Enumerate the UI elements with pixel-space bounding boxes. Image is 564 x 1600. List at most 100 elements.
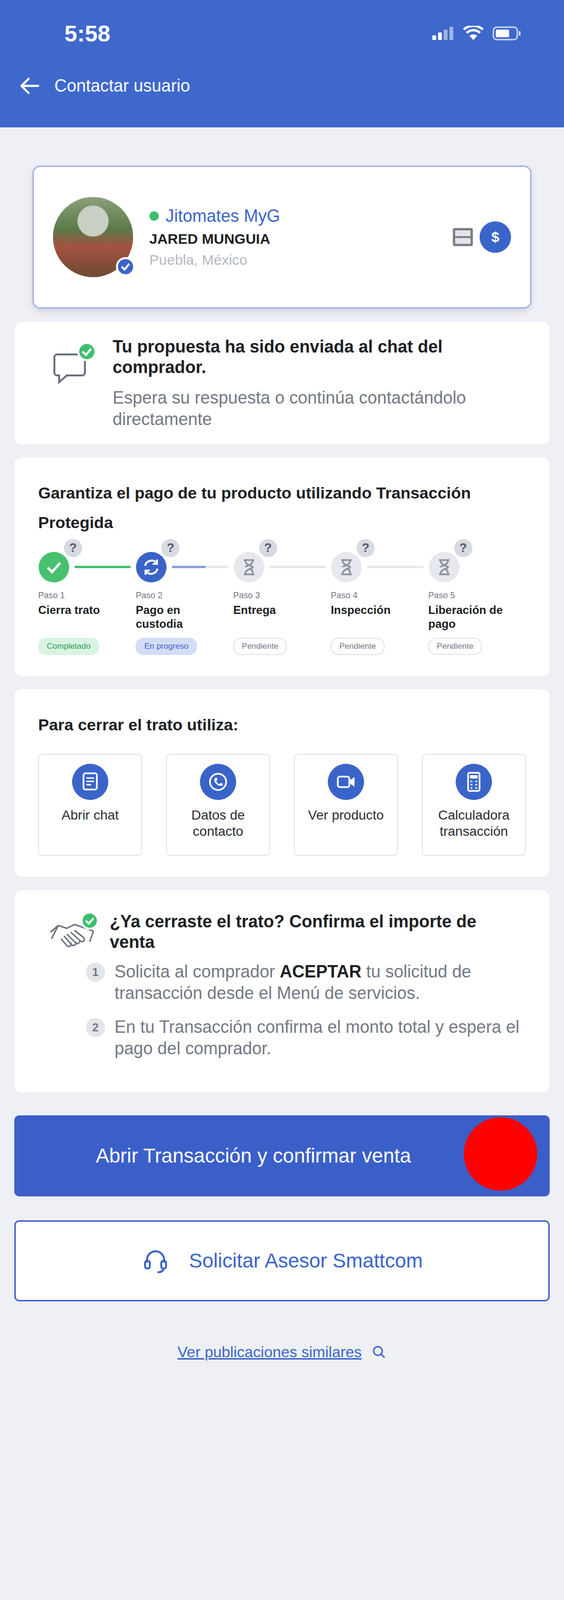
sync-icon [135,551,168,584]
step-number-badge: 2 [85,1018,105,1038]
chat-icon [71,763,109,801]
store-name: Jitomates MyG [165,206,281,227]
confirm-steps: 1 Solicita al comprador ACEPTAR tu solic… [47,960,526,1060]
step-status: Pendiente [233,637,288,656]
help-badge[interactable]: ? [259,539,278,558]
confirm-step-text: En tu Transacción confirma el monto tota… [114,1016,526,1060]
status-bar: 5:58 [19,0,545,67]
online-dot [149,211,159,221]
primary-button-wrap: Abrir Transacción y confirmar venta [14,1115,550,1197]
system-icons [432,25,522,42]
step-number: Paso 4 [330,590,358,601]
step-label: Pago en custodia [135,603,233,632]
help-badge[interactable]: ? [161,539,180,558]
tool-label: Calculadora transacción [426,807,522,840]
header: 5:58 Contactar usuario [0,0,564,128]
page: 5:58 Contactar usuario Jitomates MyG JAR… [0,0,564,1600]
phone-icon [199,763,237,801]
step-number: Paso 2 [135,590,163,601]
tool-label: Datos de contacto [170,807,266,840]
help-badge[interactable]: ? [454,539,473,558]
step-connector [74,565,131,569]
step-status: En progreso [135,637,198,656]
step-number: Paso 3 [233,590,261,601]
chat-sent-icon [52,341,99,385]
step-number: Paso 1 [38,590,65,601]
confirm-step: 1 Solicita al comprador ACEPTAR tu solic… [85,960,526,1004]
confirm-header: ¿Ya cerraste el trato? Confirma el impor… [47,911,526,955]
protected-title: Garantiza el pago de tu producto utiliza… [38,478,526,537]
step[interactable]: ? Paso 3 Entrega Pendiente [233,551,331,656]
headset-icon [141,1246,170,1276]
step[interactable]: ? Paso 5 Liberación de pago Pendiente [428,551,526,656]
step-label: Liberación de pago [428,603,526,632]
profile-card[interactable]: Jitomates MyG JARED MUNGUIA Puebla, Méxi… [32,165,532,309]
confirm-step-text: Solicita al comprador ACEPTAR tu solicit… [114,960,526,1004]
step-label: Inspección [330,603,395,632]
step-circle: ? [428,551,460,584]
step-indicator: ? [135,551,233,584]
tools-card: Para cerrar el trato utiliza: Abrir chat… [14,689,550,878]
tool-label: Abrir chat [61,807,119,824]
avatar [52,197,134,278]
confirm-step: 2 En tu Transacción confirma el monto to… [85,1016,526,1060]
click-marker [463,1117,538,1191]
step-connector [269,565,326,569]
step-status: Completado [38,637,100,656]
battery-icon [492,26,522,41]
step-status: Pendiente [330,637,385,656]
protected-transaction-card: Garantiza el pago de tu producto utiliza… [14,457,550,676]
store-row: Jitomates MyG [149,206,435,227]
back-arrow-icon[interactable] [19,76,41,96]
step[interactable]: ? Paso 2 Pago en custodia En progreso [135,551,233,656]
tools: Abrir chat Datos de contacto Ver product… [38,753,526,857]
step-number: Paso 5 [428,590,456,601]
hourglass-icon [330,551,363,584]
profile-info: Jitomates MyG JARED MUNGUIA Puebla, Méxi… [149,206,435,269]
tool-label: Ver producto [308,807,385,824]
confirm-card: ¿Ya cerraste el trato? Confirma el impor… [14,890,550,1093]
handshake-icon [47,911,101,955]
user-name: JARED MUNGUIA [149,230,435,248]
step-label: Cierra trato [38,603,104,632]
steps: ? Paso 1 Cierra trato Completado ? Paso … [38,551,526,656]
step-circle: ? [233,551,265,584]
video-icon [327,763,365,801]
store-icon [450,225,475,250]
step-indicator: ? [330,551,429,584]
calc-icon [455,763,493,801]
wifi-icon [462,25,484,42]
help-badge[interactable]: ? [356,539,375,558]
tool-tile[interactable]: Datos de contacto [166,753,271,857]
verified-icon [115,257,136,277]
title-bar: Contactar usuario [19,66,545,105]
header-title: Contactar usuario [54,75,190,96]
step-connector [366,565,424,569]
confirm-title: ¿Ya cerraste el trato? Confirma el impor… [109,911,526,953]
step-indicator: ? [38,551,136,584]
tool-tile[interactable]: Abrir chat [38,753,143,857]
step-indicator: ? [428,551,526,584]
tools-title: Para cerrar el trato utiliza: [38,710,526,740]
step[interactable]: ? Paso 4 Inspección Pendiente [330,551,429,656]
check-icon [38,551,70,584]
advisor-label: Solicitar Asesor Smattcom [188,1249,423,1273]
step[interactable]: ? Paso 1 Cierra trato Completado [38,551,136,656]
notice-description: Espera su respuesta o continúa contactán… [112,386,526,430]
help-badge[interactable]: ? [63,539,83,558]
content: Jitomates MyG JARED MUNGUIA Puebla, Méxi… [0,127,564,1390]
similar-link[interactable]: Ver publicaciones similares [14,1343,550,1362]
step-status: Pendiente [428,637,483,656]
step-number-badge: 1 [85,962,105,982]
tool-tile[interactable]: Ver producto [293,753,398,857]
coin-badge: $ [479,221,512,253]
user-location: Puebla, México [149,251,435,269]
notice-text: Tu propuesta ha sido enviada al chat del… [112,336,526,430]
signal-icon [432,26,455,41]
hourglass-icon [428,551,460,584]
tool-tile[interactable]: Calculadora transacción [421,753,526,857]
advisor-button[interactable]: Solicitar Asesor Smattcom [14,1220,550,1302]
search-icon [371,1344,387,1360]
step-circle: ? [135,551,168,584]
step-indicator: ? [233,551,331,584]
